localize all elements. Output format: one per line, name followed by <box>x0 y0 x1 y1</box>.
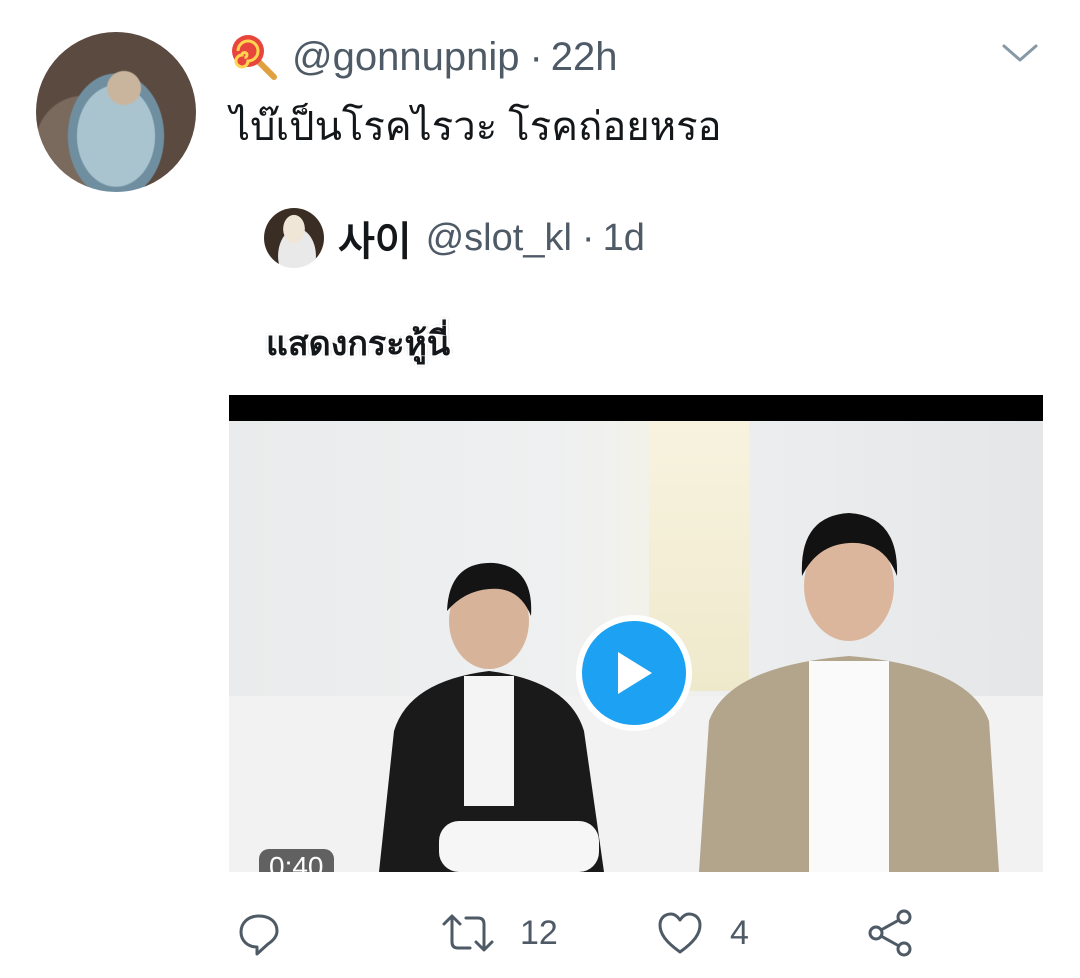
video-thumbnail: 0:40 <box>229 421 1043 872</box>
person-right-figure <box>699 513 999 872</box>
play-icon <box>618 652 652 694</box>
tweet-header: @gonnupnip · 22h <box>230 34 618 80</box>
tweet-text: ไบ๊เป็นโรคไรวะ โรคถ่อยหรอ <box>230 105 722 149</box>
retweet-button[interactable]: 12 <box>440 906 558 960</box>
like-button[interactable]: 4 <box>656 906 749 960</box>
person-left-figure <box>379 562 604 872</box>
share-icon <box>868 909 912 957</box>
share-button[interactable] <box>866 906 916 960</box>
retweet-icon <box>442 914 494 952</box>
like-count: 4 <box>730 913 749 952</box>
video-player[interactable]: 0:40 <box>229 395 1043 872</box>
tweet-actions: 12 4 <box>236 906 936 960</box>
chevron-down-icon[interactable] <box>1000 38 1040 68</box>
quoted-avatar[interactable] <box>264 208 324 268</box>
quoted-name[interactable]: 사이 <box>338 209 412 267</box>
quoted-time: 1d <box>602 216 645 259</box>
user-avatar[interactable] <box>36 32 196 192</box>
tweet-time[interactable]: 22h <box>551 35 618 80</box>
separator-dot: · <box>529 34 543 79</box>
video-duration: 0:40 <box>259 849 334 872</box>
lollipop-icon <box>230 33 278 81</box>
reply-icon <box>239 914 279 956</box>
heart-icon <box>658 912 702 954</box>
play-button[interactable] <box>576 615 692 731</box>
quoted-handle[interactable]: @slot_kl <box>426 217 572 260</box>
separator-dot: · <box>581 216 595 259</box>
quoted-tweet-header[interactable]: 사이 @slot_kl · 1d <box>264 208 645 268</box>
tweet-handle[interactable]: @gonnupnip <box>292 35 519 80</box>
retweet-count: 12 <box>520 913 558 952</box>
quoted-caption: แสดงกระหู้นี่ <box>266 325 451 363</box>
reply-button[interactable] <box>236 906 282 960</box>
